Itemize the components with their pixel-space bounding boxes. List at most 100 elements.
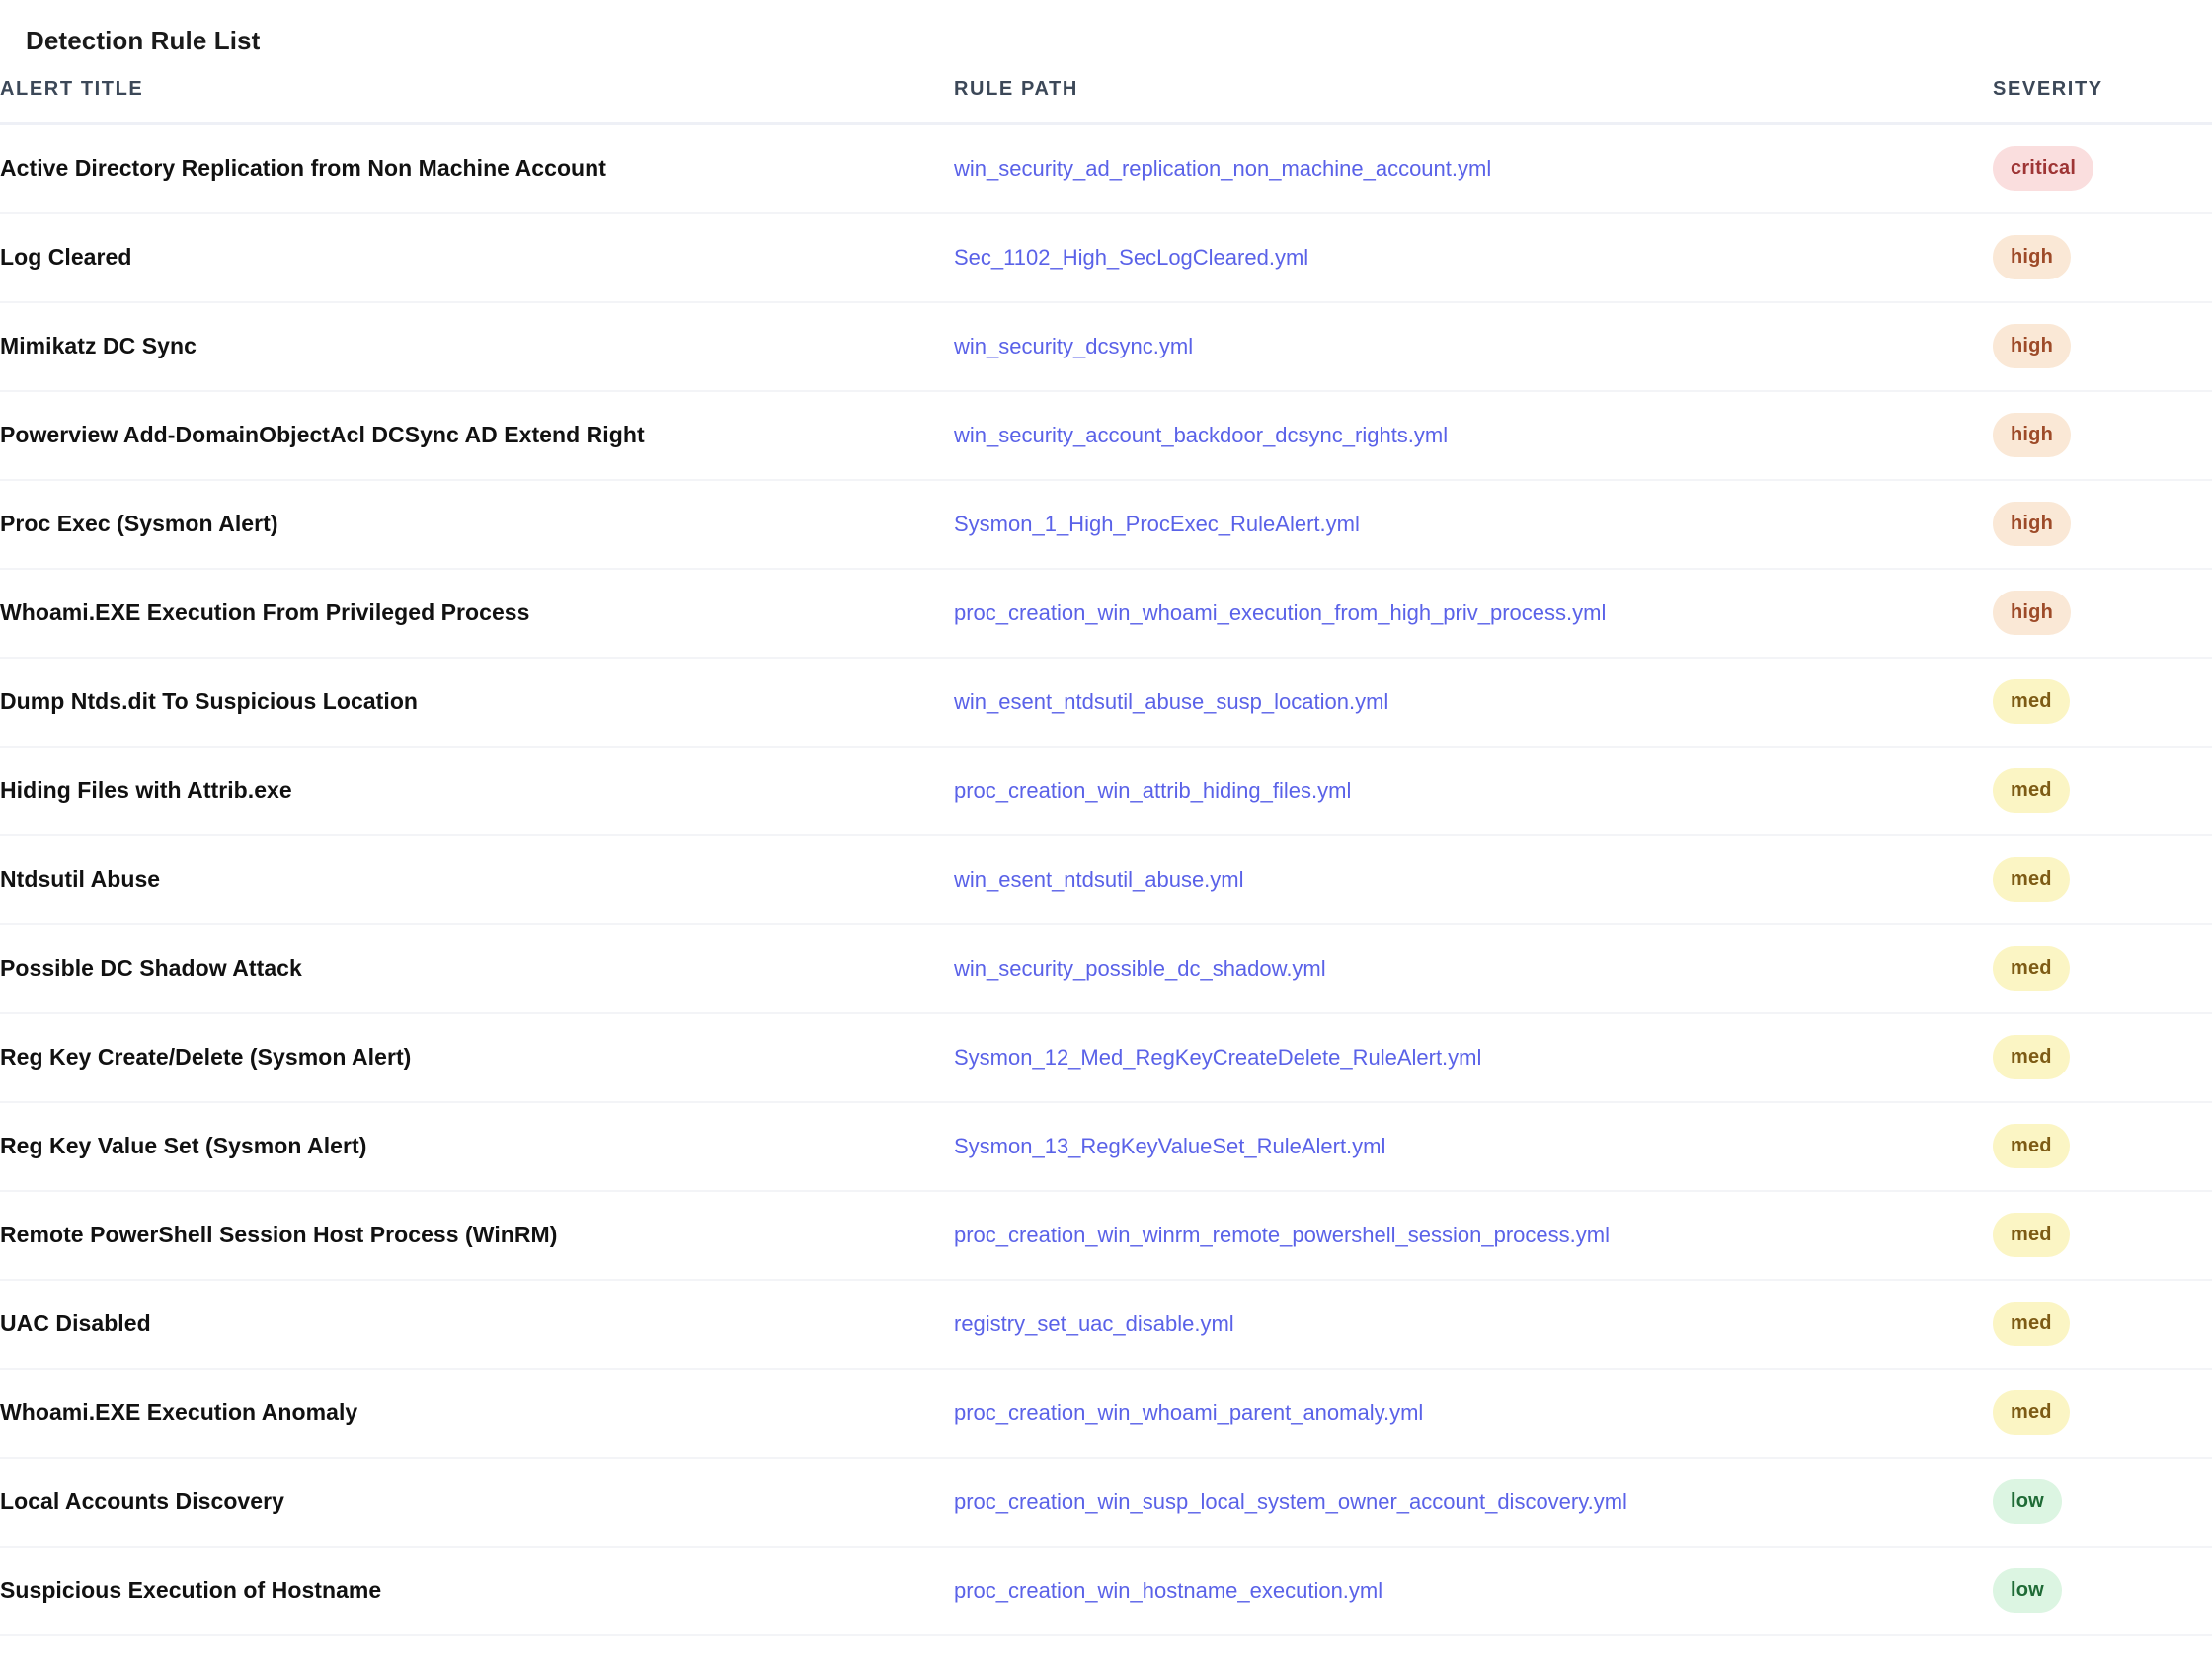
rule-path-link[interactable]: proc_creation_win_attrib_hiding_files.ym… [954, 778, 1351, 803]
severity-cell: med [1993, 1101, 2212, 1192]
severity-cell: med [1993, 923, 2212, 1014]
severity-badge: med [1993, 1213, 2070, 1258]
rule-path-link[interactable]: proc_creation_win_whoami_parent_anomaly.… [954, 1400, 1423, 1425]
rule-path-link[interactable]: win_security_possible_dc_shadow.yml [954, 956, 1326, 981]
alert-title-cell: Suspicious Execution of Hostname [0, 1546, 954, 1636]
table-row: Local Accounts Discovery proc_creation_wi… [0, 1457, 2212, 1548]
column-header-severity: SEVERITY [1993, 78, 2212, 126]
alert-title-cell: Possible DC Shadow Attack [0, 923, 954, 1014]
table-row: Active Directory Replication from Non Ma… [0, 123, 2212, 214]
rule-path-cell: proc_creation_win_attrib_hiding_files.ym… [954, 746, 1993, 836]
severity-badge: high [1993, 235, 2072, 280]
column-header-alert-title: ALERT TITLE [0, 78, 954, 126]
rule-path-cell: win_esent_ntdsutil_abuse.yml [954, 834, 1993, 925]
rule-path-link[interactable]: win_security_ad_replication_non_machine_… [954, 156, 1491, 181]
rule-path-cell: Sec_1102_High_SecLogCleared.yml [954, 212, 1993, 303]
severity-cell: med [1993, 1368, 2212, 1459]
table-row: Suspicious Execution of Hostname proc_cre… [0, 1546, 2212, 1636]
table-row: Log Cleared Sec_1102_High_SecLogCleared.y… [0, 212, 2212, 303]
rule-path-link[interactable]: win_security_account_backdoor_dcsync_rig… [954, 423, 1448, 447]
alert-title-cell: Dump Ntds.dit To Suspicious Location [0, 657, 954, 748]
rule-path-link[interactable]: proc_creation_win_susp_local_system_owne… [954, 1489, 1627, 1514]
rule-path-cell: proc_creation_win_hostname_execution.yml [954, 1546, 1993, 1636]
severity-cell: low [1993, 1457, 2212, 1548]
rule-path-cell: Sysmon_12_Med_RegKeyCreateDelete_RuleAle… [954, 1012, 1993, 1103]
rule-table-container: ALERT TITLE RULE PATH SEVERITY Active Di… [0, 78, 2212, 1636]
severity-badge: high [1993, 413, 2072, 458]
rule-path-link[interactable]: win_esent_ntdsutil_abuse_susp_location.y… [954, 689, 1388, 714]
rule-path-cell: proc_creation_win_whoami_parent_anomaly.… [954, 1368, 1993, 1459]
table-row: Hiding Files with Attrib.exe proc_creatio… [0, 746, 2212, 836]
severity-badge: med [1993, 1124, 2070, 1169]
alert-title-cell: Whoami.EXE Execution From Privileged Pro… [0, 568, 954, 659]
severity-badge: high [1993, 591, 2072, 636]
severity-cell: med [1993, 746, 2212, 836]
alert-title-cell: Reg Key Value Set (Sysmon Alert) [0, 1101, 954, 1192]
rule-path-link[interactable]: Sysmon_13_RegKeyValueSet_RuleAlert.yml [954, 1134, 1385, 1158]
severity-cell: med [1993, 657, 2212, 748]
rule-path-cell: win_security_possible_dc_shadow.yml [954, 923, 1993, 1014]
table-row: UAC Disabled registry_set_uac_disable.yml… [0, 1279, 2212, 1370]
rule-path-link[interactable]: proc_creation_win_winrm_remote_powershel… [954, 1223, 1610, 1247]
rule-path-cell: win_security_account_backdoor_dcsync_rig… [954, 390, 1993, 481]
severity-badge: med [1993, 768, 2070, 814]
severity-badge: med [1993, 1302, 2070, 1347]
table-header: ALERT TITLE RULE PATH SEVERITY [0, 78, 2212, 126]
alert-title-cell: Powerview Add-DomainObjectAcl DCSync AD … [0, 390, 954, 481]
severity-cell: low [1993, 1546, 2212, 1636]
severity-cell: med [1993, 1190, 2212, 1281]
rule-path-link[interactable]: Sysmon_12_Med_RegKeyCreateDelete_RuleAle… [954, 1045, 1481, 1070]
alert-title-cell: Active Directory Replication from Non Ma… [0, 123, 954, 214]
rule-path-cell: Sysmon_1_High_ProcExec_RuleAlert.yml [954, 479, 1993, 570]
rule-path-cell: win_security_dcsync.yml [954, 301, 1993, 392]
rule-path-cell: proc_creation_win_winrm_remote_powershel… [954, 1190, 1993, 1281]
alert-title-cell: Local Accounts Discovery [0, 1457, 954, 1548]
severity-cell: med [1993, 834, 2212, 925]
table-row: Dump Ntds.dit To Suspicious Location win_… [0, 657, 2212, 748]
rule-path-cell: proc_creation_win_susp_local_system_owne… [954, 1457, 1993, 1548]
table-row: Ntdsutil Abuse win_esent_ntdsutil_abuse.y… [0, 834, 2212, 925]
alert-title-cell: Remote PowerShell Session Host Process (… [0, 1190, 954, 1281]
severity-cell: med [1993, 1012, 2212, 1103]
table-row: Whoami.EXE Execution From Privileged Pro… [0, 568, 2212, 659]
rule-path-link[interactable]: Sec_1102_High_SecLogCleared.yml [954, 245, 1308, 270]
severity-badge: low [1993, 1568, 2062, 1614]
severity-cell: high [1993, 212, 2212, 303]
severity-cell: critical [1993, 123, 2212, 214]
page-title: Detection Rule List [26, 26, 261, 55]
severity-badge: low [1993, 1479, 2062, 1525]
rule-path-link[interactable]: win_security_dcsync.yml [954, 334, 1193, 358]
rule-path-link[interactable]: registry_set_uac_disable.yml [954, 1311, 1234, 1336]
table-row: Reg Key Create/Delete (Sysmon Alert) Sysm… [0, 1012, 2212, 1103]
rule-path-link[interactable]: proc_creation_win_whoami_execution_from_… [954, 600, 1606, 625]
table-row: Proc Exec (Sysmon Alert) Sysmon_1_High_Pr… [0, 479, 2212, 570]
table-row: Mimikatz DC Sync win_security_dcsync.yml h… [0, 301, 2212, 392]
severity-badge: high [1993, 502, 2072, 547]
table-row: Reg Key Value Set (Sysmon Alert) Sysmon_1… [0, 1101, 2212, 1192]
table-row: Possible DC Shadow Attack win_security_po… [0, 923, 2212, 1014]
rule-path-link[interactable]: win_esent_ntdsutil_abuse.yml [954, 867, 1244, 892]
severity-cell: high [1993, 568, 2212, 659]
table-row: Whoami.EXE Execution Anomaly proc_creatio… [0, 1368, 2212, 1459]
severity-cell: high [1993, 390, 2212, 481]
severity-badge: med [1993, 1390, 2070, 1436]
table-body: Active Directory Replication from Non Ma… [0, 123, 2212, 1636]
alert-title-cell: Log Cleared [0, 212, 954, 303]
alert-title-cell: Reg Key Create/Delete (Sysmon Alert) [0, 1012, 954, 1103]
rule-path-link[interactable]: Sysmon_1_High_ProcExec_RuleAlert.yml [954, 512, 1360, 536]
alert-title-cell: Hiding Files with Attrib.exe [0, 746, 954, 836]
table-header-row: ALERT TITLE RULE PATH SEVERITY [0, 78, 2212, 126]
column-header-rule-path: RULE PATH [954, 78, 1993, 126]
severity-cell: med [1993, 1279, 2212, 1370]
rule-path-cell: Sysmon_13_RegKeyValueSet_RuleAlert.yml [954, 1101, 1993, 1192]
severity-badge: med [1993, 946, 2070, 992]
severity-cell: high [1993, 479, 2212, 570]
table-row: Remote PowerShell Session Host Process (… [0, 1190, 2212, 1281]
alert-title-cell: Ntdsutil Abuse [0, 834, 954, 925]
alert-title-cell: Mimikatz DC Sync [0, 301, 954, 392]
rule-path-link[interactable]: proc_creation_win_hostname_execution.yml [954, 1578, 1382, 1603]
table-row: Powerview Add-DomainObjectAcl DCSync AD … [0, 390, 2212, 481]
severity-badge: med [1993, 857, 2070, 903]
rule-path-cell: win_security_ad_replication_non_machine_… [954, 123, 1993, 214]
detection-rule-table: ALERT TITLE RULE PATH SEVERITY Active Di… [0, 78, 2212, 1636]
